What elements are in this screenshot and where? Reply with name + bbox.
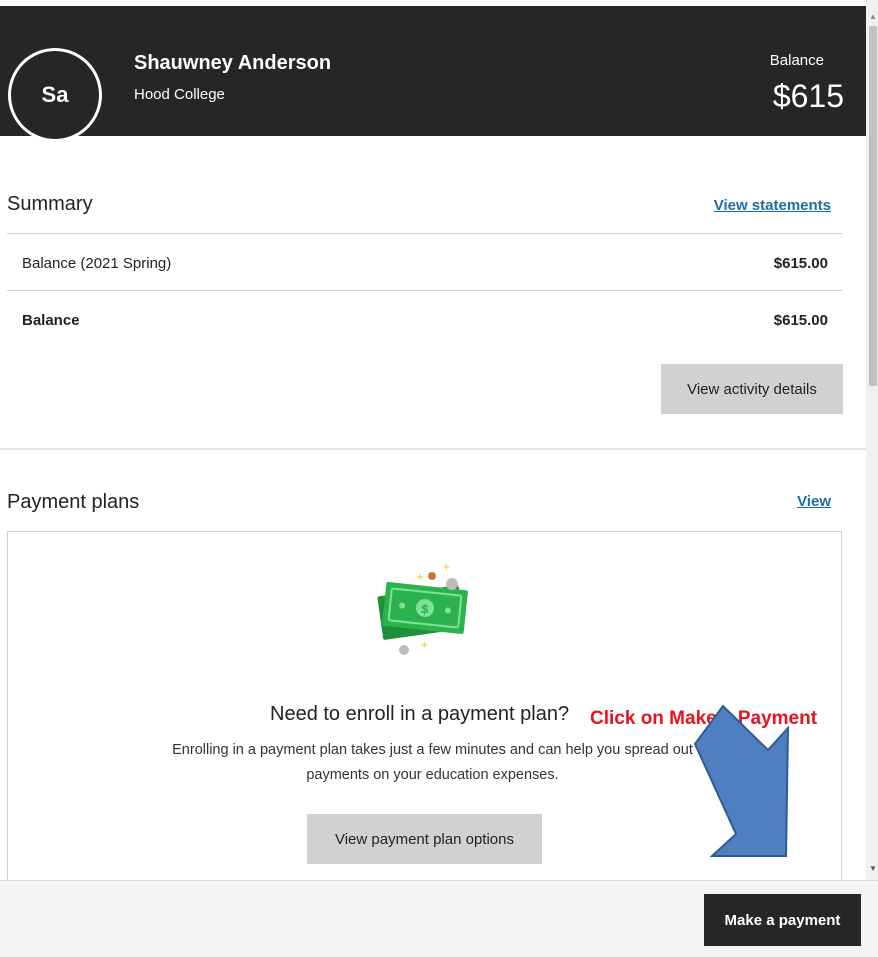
scrollbar-thumb[interactable]	[869, 26, 877, 386]
balance-label: Balance	[769, 52, 824, 69]
divider	[7, 233, 842, 234]
svg-text:+: +	[416, 572, 424, 583]
payment-plans-view-link[interactable]: View	[797, 493, 831, 510]
school-name: Hood College	[134, 86, 225, 103]
section-divider	[0, 448, 866, 450]
balance-amount: $615	[772, 78, 844, 114]
avatar: Sa	[8, 48, 102, 142]
payment-plans-title: Payment plans	[7, 491, 140, 513]
money-illustration-icon: $ + + +	[377, 562, 468, 655]
scroll-down-icon[interactable]: ▼	[869, 864, 877, 873]
balance-term-label: Balance (2021 Spring)	[22, 255, 172, 272]
view-payment-plan-options-button[interactable]: View payment plan options	[307, 814, 542, 864]
make-payment-button[interactable]: Make a payment	[704, 894, 861, 946]
arrow-annotation-icon	[693, 704, 790, 857]
view-activity-details-button[interactable]: View activity details	[661, 364, 843, 414]
summary-title: Summary	[7, 193, 93, 215]
view-statements-link[interactable]: View statements	[714, 197, 831, 214]
svg-text:+: +	[442, 562, 450, 573]
user-name: Shauwney Anderson	[134, 52, 332, 74]
divider	[7, 290, 842, 291]
payment-plan-heading: Need to enroll in a payment plan?	[270, 703, 570, 725]
balance-total-label: Balance	[22, 312, 80, 329]
main-page: Shauwney Anderson Hood College Balance $…	[0, 0, 866, 880]
balance-term-value: $615.00	[773, 255, 828, 272]
balance-total-value: $615.00	[773, 312, 828, 329]
payment-plan-description: Enrolling in a payment plan takes just a…	[172, 742, 693, 783]
svg-text:$: $	[420, 602, 430, 617]
scroll-up-icon[interactable]: ▲	[869, 12, 877, 21]
account-header: Shauwney Anderson Hood College Balance $…	[0, 6, 866, 136]
svg-text:+: +	[420, 640, 428, 651]
